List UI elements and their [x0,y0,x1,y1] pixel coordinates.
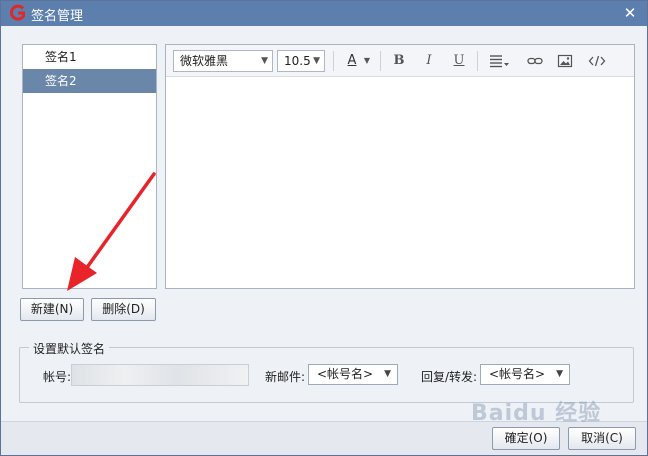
new-mail-value: <帐号名> [317,367,374,381]
editor-toolbar: 微软雅黑 ▼ 10.5 ▼ A ▼ B I U [166,45,634,77]
window-title: 签名管理 [31,9,84,24]
toolbar-divider [333,51,334,71]
delete-signature-button[interactable]: 删除(D) [91,298,156,321]
font-size-select[interactable]: 10.5 ▼ [277,50,325,72]
signature-editor: 微软雅黑 ▼ 10.5 ▼ A ▼ B I U [165,44,635,289]
signature-dialog: 签名管理 ✕ 签名1 签名2 微软雅黑 ▼ 10.5 ▼ A ▼ B I U 新… [0,0,648,456]
ok-button[interactable]: 確定(O) [492,427,560,450]
cancel-button[interactable]: 取消(C) [568,427,636,450]
new-signature-button[interactable]: 新建(N) [20,298,84,321]
signature-item-selected[interactable]: 签名2 [23,69,156,93]
image-icon[interactable] [554,51,576,71]
chevron-down-icon: ▼ [556,369,563,379]
signature-item[interactable]: 签名1 [23,45,156,69]
code-icon[interactable] [586,51,608,71]
underline-button[interactable]: U [448,51,470,71]
signature-list: 签名1 签名2 [22,44,157,289]
baidu-watermark: Baidu 经验 [471,401,602,426]
account-label: 帐号: [43,370,72,384]
chevron-down-icon: ▼ [384,369,391,379]
link-icon[interactable] [524,51,546,71]
signature-content-area[interactable] [166,77,634,288]
reply-forward-select[interactable]: <帐号名> ▼ [480,364,570,385]
font-family-value: 微软雅黑 [180,54,229,68]
toolbar-divider [477,51,478,71]
font-color-dropdown-icon[interactable]: ▼ [361,51,373,71]
title-bar: 签名管理 ✕ [1,1,647,26]
new-mail-label: 新邮件: [265,370,306,384]
italic-button[interactable]: I [418,51,440,71]
font-size-value: 10.5 [284,54,311,68]
toolbar-divider [380,51,381,71]
reply-forward-value: <帐号名> [489,367,546,381]
align-icon[interactable] [486,51,512,71]
new-mail-select[interactable]: <帐号名> ▼ [308,364,398,385]
account-field[interactable] [71,364,249,386]
close-icon[interactable]: ✕ [621,4,639,22]
font-family-select[interactable]: 微软雅黑 ▼ [173,50,273,72]
chevron-down-icon: ▼ [313,56,320,66]
reply-forward-label: 回复/转发: [421,370,478,384]
font-color-button[interactable]: A [341,51,363,71]
default-signature-legend: 设置默认签名 [29,340,110,357]
app-logo-icon [9,4,27,22]
bold-button[interactable]: B [388,51,410,71]
chevron-down-icon: ▼ [261,56,268,66]
